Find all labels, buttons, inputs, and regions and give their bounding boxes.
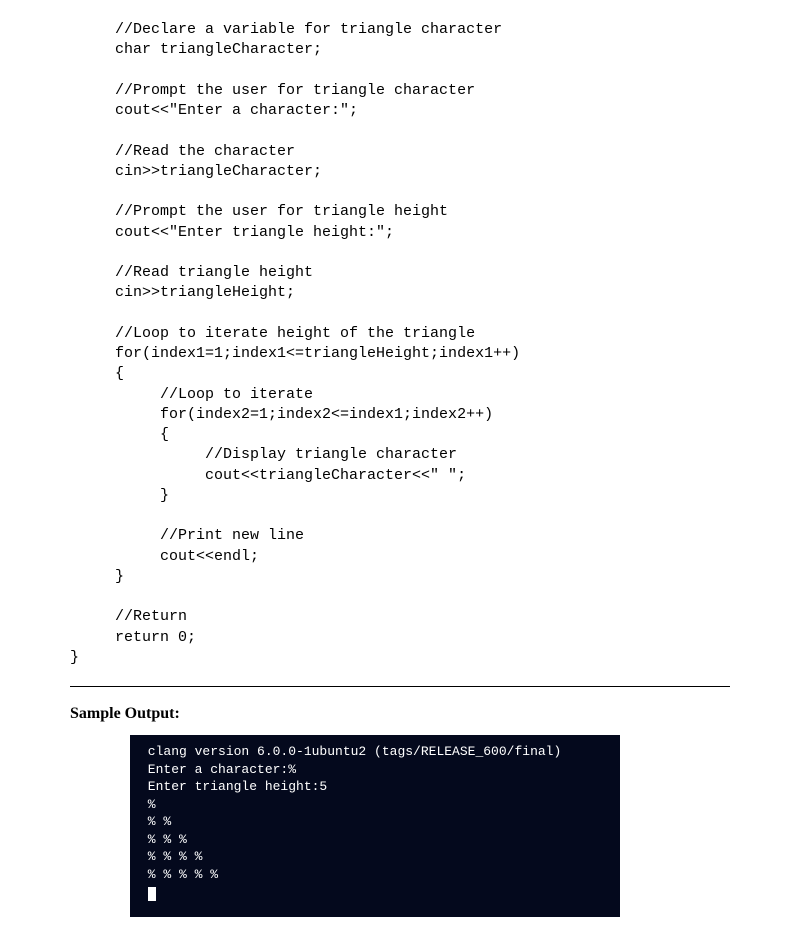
terminal-text: clang version 6.0.0-1ubuntu2 (tags/RELEA…: [140, 744, 561, 899]
code-block: //Declare a variable for triangle charac…: [70, 20, 760, 668]
sample-output-title: Sample Output:: [70, 705, 760, 723]
cursor-icon: [148, 887, 156, 901]
terminal-output: clang version 6.0.0-1ubuntu2 (tags/RELEA…: [130, 735, 620, 917]
horizontal-rule: [70, 686, 730, 687]
